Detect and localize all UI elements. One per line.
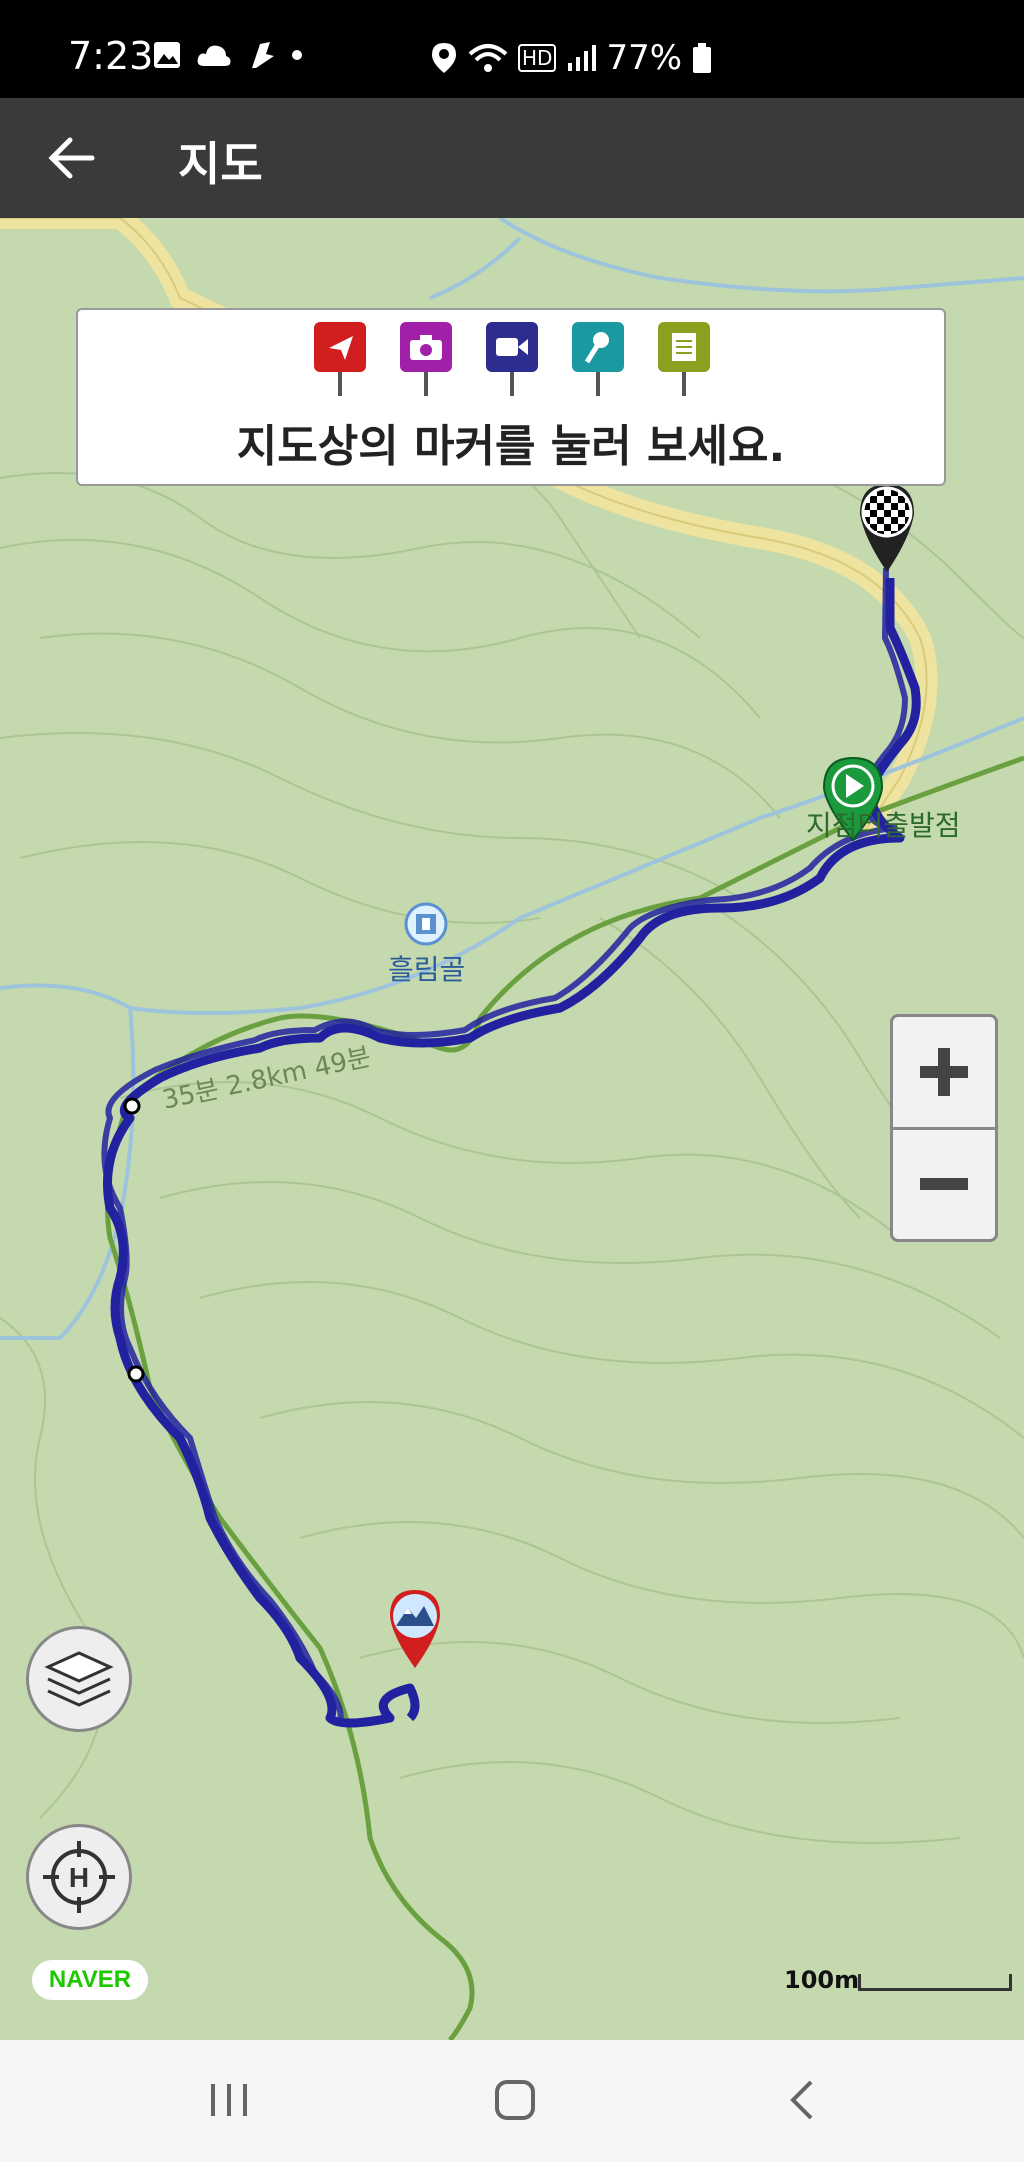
chevron-left-icon: [790, 2080, 813, 2120]
zoom-out-button[interactable]: [893, 1129, 995, 1239]
video-marker-icon: [486, 322, 538, 398]
system-back-button[interactable]: [768, 2070, 838, 2130]
camera-marker-icon: [400, 322, 452, 398]
naver-logo: NAVER: [32, 1960, 148, 2000]
crosshair-icon: H: [43, 1841, 115, 1913]
gallery-icon: [154, 42, 180, 68]
page-title: 지도: [178, 137, 263, 191]
marker-hint-panel: 지도상의 마커를 눌러 보세요.: [76, 308, 946, 486]
flag-marker-icon: [314, 322, 366, 398]
signal-icon: [568, 45, 597, 71]
plus-icon: [920, 1048, 968, 1096]
app-icon: [252, 42, 274, 68]
recent-apps-icon: [211, 2084, 247, 2116]
battery-icon: [693, 43, 712, 73]
start-point-label: 지점터출발점: [806, 809, 961, 842]
dot-icon: [292, 50, 302, 60]
cloud-icon: [197, 45, 231, 66]
recent-apps-button[interactable]: [194, 2070, 264, 2130]
scale-label: 100m: [784, 1966, 860, 1994]
current-location-marker-icon[interactable]: [386, 1588, 444, 1670]
minus-icon: [920, 1178, 968, 1190]
scale-bar: [858, 1974, 1012, 1991]
zoom-in-button[interactable]: [893, 1017, 995, 1130]
app-bar: 지도: [0, 98, 1024, 218]
battery-percent: 77%: [606, 38, 683, 78]
zoom-controls: [890, 1014, 998, 1242]
system-icons: HD 77%: [430, 38, 712, 78]
home-button[interactable]: [480, 2070, 550, 2130]
my-location-button[interactable]: H: [26, 1824, 132, 1930]
location-icon: [432, 43, 456, 73]
microphone-marker-icon: [572, 322, 624, 398]
hint-message: 지도상의 마커를 눌러 보세요.: [236, 421, 786, 472]
wifi-icon: [468, 44, 508, 72]
map-view[interactable]: 35분 2.8km 49분 흘림골 지점터출발점 지도상의 마커를 눌러 보세요…: [0, 218, 1024, 2040]
status-time: 7:23: [68, 34, 154, 78]
place-icon[interactable]: [404, 902, 448, 946]
note-marker-icon: [658, 322, 710, 398]
finish-flag-marker-icon[interactable]: [856, 482, 918, 574]
notification-icons: [152, 40, 304, 70]
network-type: HD: [518, 44, 557, 72]
system-navigation-bar: [0, 2040, 1024, 2162]
layers-icon: [44, 1651, 114, 1707]
home-icon: [495, 2080, 535, 2120]
svg-text:H: H: [69, 1862, 89, 1893]
back-arrow-icon[interactable]: [44, 130, 100, 186]
marker-legend: [314, 322, 710, 398]
place-label: 흘림골: [388, 953, 466, 986]
status-bar: 7:23 HD 77%: [0, 0, 1024, 98]
layers-button[interactable]: [26, 1626, 132, 1732]
